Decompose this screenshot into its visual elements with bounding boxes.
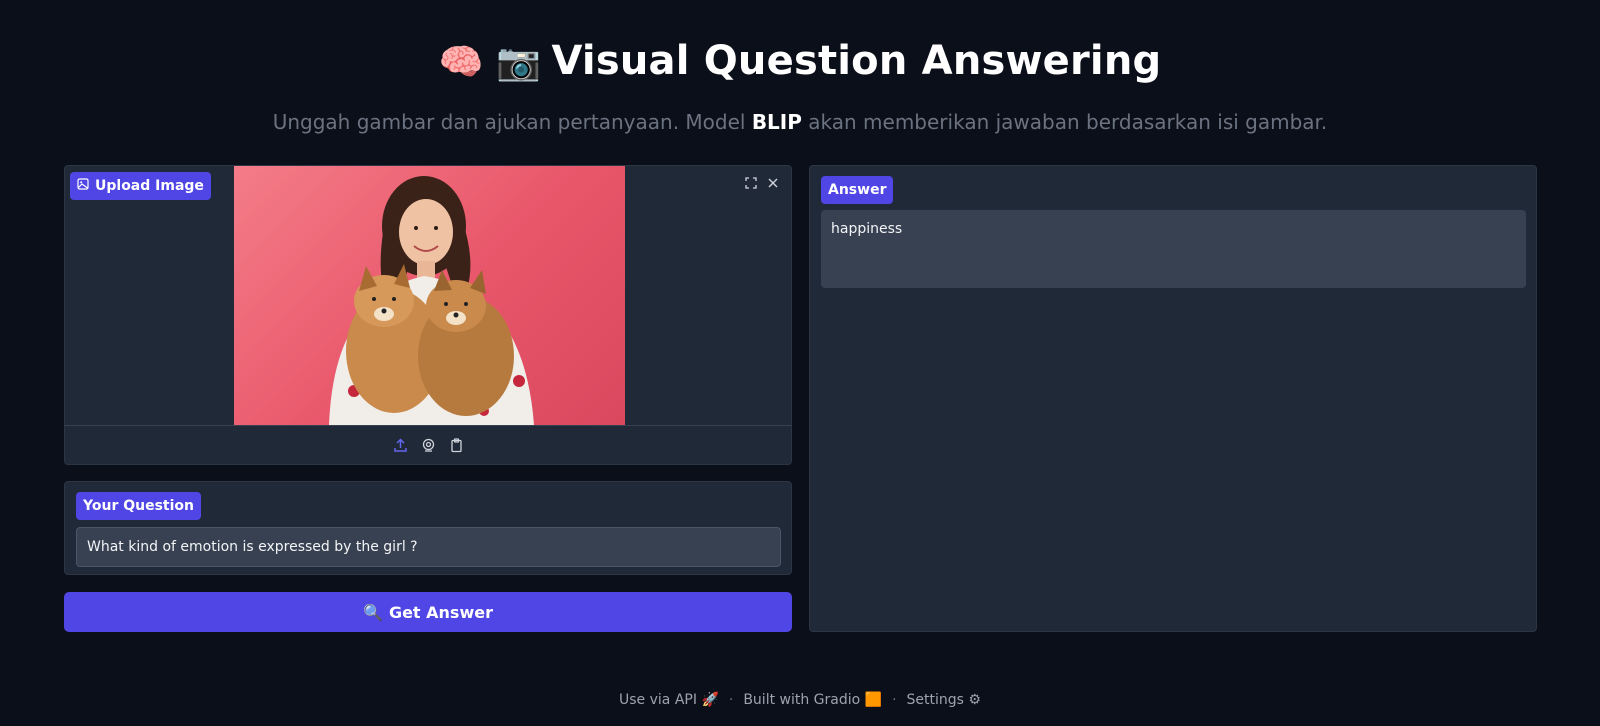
answer-panel: Answer happiness bbox=[809, 165, 1537, 632]
clipboard-icon[interactable] bbox=[447, 437, 465, 455]
question-input[interactable] bbox=[76, 527, 781, 567]
answer-output[interactable]: happiness bbox=[821, 210, 1526, 288]
title-text: Visual Question Answering bbox=[551, 38, 1162, 84]
page-subtitle: Unggah gambar dan ajukan pertanyaan. Mod… bbox=[0, 110, 1600, 134]
fullscreen-icon[interactable] bbox=[742, 174, 760, 192]
close-icon[interactable] bbox=[764, 174, 782, 192]
gear-icon: ⚙ bbox=[968, 692, 981, 708]
search-icon: 🔍 bbox=[363, 602, 383, 622]
footer-separator: · bbox=[892, 692, 897, 708]
settings-link[interactable]: Settings ⚙ bbox=[907, 692, 981, 708]
question-panel: Your Question bbox=[64, 481, 792, 575]
image-input-label: Upload Image bbox=[70, 172, 211, 200]
subtitle-text-1: Unggah gambar dan ajukan pertanyaan. Mod… bbox=[272, 110, 752, 134]
image-input-panel[interactable]: Upload Image bbox=[64, 165, 792, 465]
footer-separator: · bbox=[728, 692, 734, 708]
settings-label: Settings bbox=[906, 692, 964, 708]
upload-icon[interactable] bbox=[391, 437, 409, 455]
question-label: Your Question bbox=[76, 492, 201, 520]
subtitle-text-2: akan memberikan jawaban berdasarkan isi … bbox=[801, 110, 1328, 134]
get-answer-label: Get Answer bbox=[388, 602, 493, 622]
image-input-label-text: Upload Image bbox=[95, 178, 204, 194]
built-label: Built with Gradio bbox=[743, 692, 861, 708]
webcam-icon[interactable] bbox=[419, 437, 437, 455]
use-via-api-link[interactable]: Use via API 🚀 bbox=[619, 692, 719, 708]
image-source-toolbar bbox=[65, 425, 791, 465]
page-title: 🧠 📷 Visual Question Answering bbox=[0, 38, 1600, 84]
image-actions bbox=[739, 172, 785, 194]
image-icon bbox=[77, 178, 89, 194]
subtitle-model-name: BLIP bbox=[751, 110, 802, 134]
rocket-icon: 🚀 bbox=[701, 692, 719, 708]
built-with-gradio-link[interactable]: Built with Gradio 🟧 bbox=[743, 692, 882, 708]
footer: Use via API 🚀 · Built with Gradio 🟧 · Se… bbox=[0, 692, 1600, 708]
gradio-logo-icon: 🟧 bbox=[864, 692, 883, 708]
api-label: Use via API bbox=[619, 692, 697, 708]
title-emoji: 🧠 📷 bbox=[438, 42, 542, 83]
answer-label: Answer bbox=[821, 176, 894, 204]
uploaded-image bbox=[234, 166, 625, 425]
get-answer-button[interactable]: 🔍 Get Answer bbox=[64, 592, 792, 632]
